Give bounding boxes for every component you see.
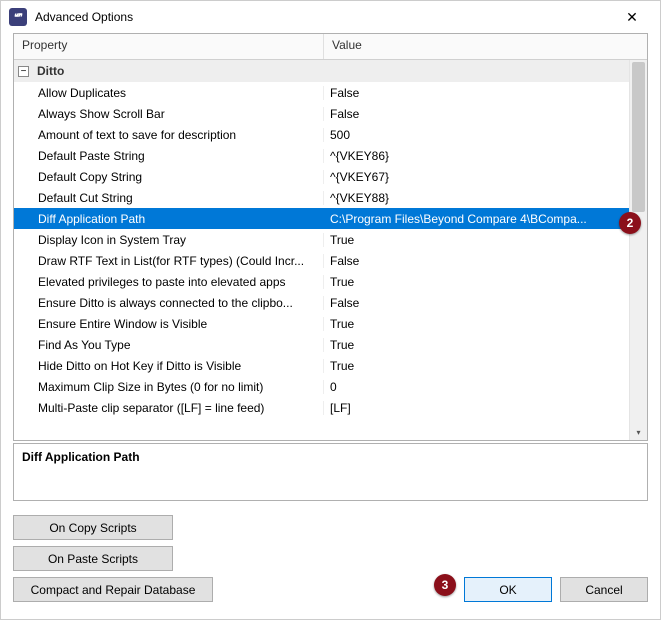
on-copy-scripts-button[interactable]: On Copy Scripts: [13, 515, 173, 540]
property-value[interactable]: True: [324, 275, 629, 289]
property-name: Ensure Entire Window is Visible: [14, 317, 324, 331]
property-name: Always Show Scroll Bar: [14, 107, 324, 121]
property-row[interactable]: Draw RTF Text in List(for RTF types) (Co…: [14, 250, 629, 271]
property-row[interactable]: Diff Application PathC:\Program Files\Be…: [14, 208, 629, 229]
property-value[interactable]: ^{VKEY67}: [324, 170, 629, 184]
grid-rows: − Ditto Allow DuplicatesFalseAlways Show…: [14, 60, 629, 440]
property-name: Find As You Type: [14, 338, 324, 352]
property-value[interactable]: 500: [324, 128, 629, 142]
dialog-content: Property Value − Ditto Allow DuplicatesF…: [1, 33, 660, 619]
property-row[interactable]: Ensure Ditto is always connected to the …: [14, 292, 629, 313]
property-name: Default Paste String: [14, 149, 324, 163]
ok-button[interactable]: OK: [464, 577, 552, 602]
scrollbar-thumb[interactable]: [632, 62, 645, 212]
property-value[interactable]: ^{VKEY86}: [324, 149, 629, 163]
property-name: Elevated privileges to paste into elevat…: [14, 275, 324, 289]
property-grid: Property Value − Ditto Allow DuplicatesF…: [13, 33, 648, 441]
property-value[interactable]: True: [324, 233, 629, 247]
property-value[interactable]: False: [324, 254, 629, 268]
property-name: Default Cut String: [14, 191, 324, 205]
property-name: Default Copy String: [14, 170, 324, 184]
collapse-icon[interactable]: −: [18, 66, 29, 77]
property-row[interactable]: Find As You TypeTrue: [14, 334, 629, 355]
titlebar: ❝❞ Advanced Options ✕: [1, 1, 660, 33]
scroll-down-icon[interactable]: ▾: [630, 424, 647, 440]
on-paste-scripts-button[interactable]: On Paste Scripts: [13, 546, 173, 571]
property-name: Ensure Ditto is always connected to the …: [14, 296, 324, 310]
property-row[interactable]: Default Cut String^{VKEY88}: [14, 187, 629, 208]
property-name: Display Icon in System Tray: [14, 233, 324, 247]
property-name: Amount of text to save for description: [14, 128, 324, 142]
property-name: Hide Ditto on Hot Key if Ditto is Visibl…: [14, 359, 324, 373]
property-name: Maximum Clip Size in Bytes (0 for no lim…: [14, 380, 324, 394]
property-value[interactable]: [LF]: [324, 401, 629, 415]
property-name: Multi-Paste clip separator ([LF] = line …: [14, 401, 324, 415]
property-value[interactable]: C:\Program Files\Beyond Compare 4\BCompa…: [324, 212, 629, 226]
property-value[interactable]: True: [324, 359, 629, 373]
description-title: Diff Application Path: [22, 450, 639, 464]
header-property[interactable]: Property: [14, 34, 324, 59]
advanced-options-dialog: ❝❞ Advanced Options ✕ Property Value − D…: [0, 0, 661, 620]
group-label: Ditto: [37, 64, 64, 78]
grid-body: − Ditto Allow DuplicatesFalseAlways Show…: [14, 60, 647, 440]
property-value[interactable]: True: [324, 338, 629, 352]
app-icon: ❝❞: [9, 8, 27, 26]
vertical-scrollbar[interactable]: ▾: [629, 60, 647, 440]
property-name: Diff Application Path: [14, 212, 324, 226]
close-icon[interactable]: ✕: [612, 3, 652, 31]
grid-header: Property Value: [14, 34, 647, 60]
property-row[interactable]: Maximum Clip Size in Bytes (0 for no lim…: [14, 376, 629, 397]
property-row[interactable]: Elevated privileges to paste into elevat…: [14, 271, 629, 292]
property-value[interactable]: False: [324, 296, 629, 310]
property-name: Allow Duplicates: [14, 86, 324, 100]
left-buttons: On Copy Scripts On Paste Scripts Compact…: [13, 515, 213, 602]
property-name: Draw RTF Text in List(for RTF types) (Co…: [14, 254, 324, 268]
bottom-bar: On Copy Scripts On Paste Scripts Compact…: [13, 515, 648, 602]
description-panel: Diff Application Path: [13, 443, 648, 501]
property-row[interactable]: Always Show Scroll BarFalse: [14, 103, 629, 124]
group-row-ditto[interactable]: − Ditto: [14, 60, 629, 82]
cancel-button[interactable]: Cancel: [560, 577, 648, 602]
property-value[interactable]: 0: [324, 380, 629, 394]
property-value[interactable]: False: [324, 107, 629, 121]
annotation-badge-3: 3: [434, 574, 456, 596]
property-row[interactable]: Allow DuplicatesFalse: [14, 82, 629, 103]
property-value[interactable]: ^{VKEY88}: [324, 191, 629, 205]
property-value[interactable]: False: [324, 86, 629, 100]
property-row[interactable]: Ensure Entire Window is VisibleTrue: [14, 313, 629, 334]
property-row[interactable]: Default Paste String^{VKEY86}: [14, 145, 629, 166]
header-value[interactable]: Value: [324, 34, 647, 59]
property-value[interactable]: True: [324, 317, 629, 331]
property-row[interactable]: Display Icon in System TrayTrue: [14, 229, 629, 250]
property-row[interactable]: Multi-Paste clip separator ([LF] = line …: [14, 397, 629, 418]
compact-repair-button[interactable]: Compact and Repair Database: [13, 577, 213, 602]
property-row[interactable]: Hide Ditto on Hot Key if Ditto is Visibl…: [14, 355, 629, 376]
window-title: Advanced Options: [35, 10, 612, 24]
property-row[interactable]: Default Copy String^{VKEY67}: [14, 166, 629, 187]
property-row[interactable]: Amount of text to save for description50…: [14, 124, 629, 145]
